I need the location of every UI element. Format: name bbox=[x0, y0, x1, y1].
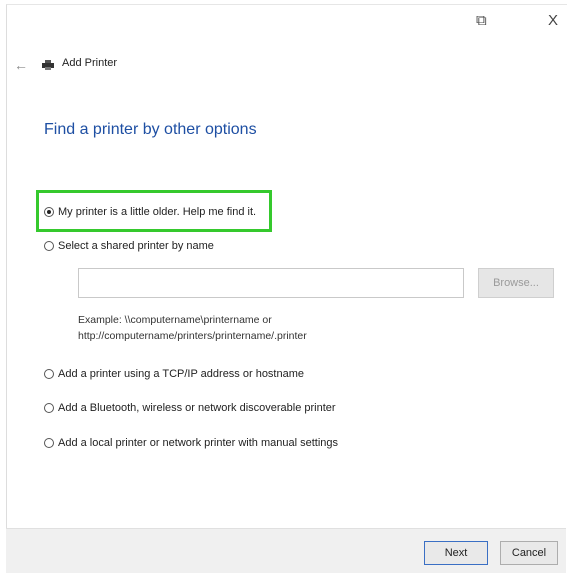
close-icon[interactable]: X bbox=[548, 12, 558, 29]
radio-button[interactable] bbox=[44, 369, 54, 379]
page-heading: Find a printer by other options bbox=[44, 121, 257, 138]
back-arrow-icon[interactable]: ← bbox=[14, 57, 28, 73]
option-tcpip[interactable]: Add a printer using a TCP/IP address or … bbox=[44, 368, 304, 380]
window-title: Add Printer bbox=[62, 57, 118, 69]
option-label: My printer is a little older. Help me fi… bbox=[58, 206, 257, 218]
option-label: Add a Bluetooth, wireless or network dis… bbox=[58, 402, 336, 414]
radio-button[interactable] bbox=[44, 403, 54, 413]
printer-icon bbox=[42, 60, 54, 70]
option-shared-printer[interactable]: Select a shared printer by name bbox=[44, 240, 214, 252]
option-older-printer[interactable]: My printer is a little older. Help me fi… bbox=[44, 206, 256, 218]
option-local-manual[interactable]: Add a local printer or network printer w… bbox=[44, 437, 338, 449]
radio-button[interactable] bbox=[44, 241, 54, 251]
radio-button-selected[interactable] bbox=[44, 207, 54, 217]
cancel-button[interactable]: Cancel bbox=[500, 541, 558, 565]
example-line-1: Example: \\computername\printername or bbox=[78, 314, 272, 326]
option-label: Add a printer using a TCP/IP address or … bbox=[58, 368, 305, 380]
restore-icon[interactable]: ⧉ bbox=[476, 12, 487, 29]
radio-button[interactable] bbox=[44, 438, 54, 448]
option-label: Select a shared printer by name bbox=[58, 240, 214, 252]
example-text: Example: \\computername\printername or h… bbox=[78, 312, 307, 344]
option-bluetooth-wireless[interactable]: Add a Bluetooth, wireless or network dis… bbox=[44, 402, 336, 414]
example-line-2: http://computername/printers/printername… bbox=[78, 330, 307, 342]
next-button[interactable]: Next bbox=[424, 541, 488, 565]
browse-button[interactable]: Browse... bbox=[478, 268, 554, 298]
shared-printer-name-input[interactable] bbox=[78, 268, 464, 298]
option-label: Add a local printer or network printer w… bbox=[58, 437, 339, 449]
